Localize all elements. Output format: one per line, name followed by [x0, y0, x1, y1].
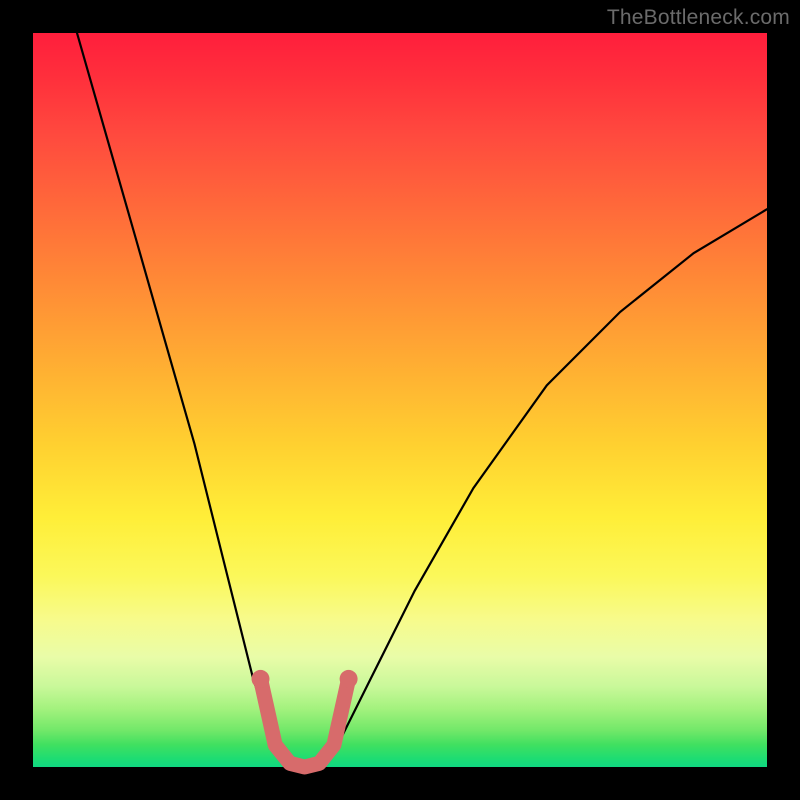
- curve-layer: [33, 33, 767, 767]
- accent-dot: [252, 670, 270, 688]
- accent-dot: [340, 670, 358, 688]
- chart-frame: TheBottleneck.com: [0, 0, 800, 800]
- bottom-marker: [261, 679, 349, 767]
- plot-area: [33, 33, 767, 767]
- watermark-text: TheBottleneck.com: [607, 6, 790, 30]
- bottleneck-curve: [77, 33, 767, 767]
